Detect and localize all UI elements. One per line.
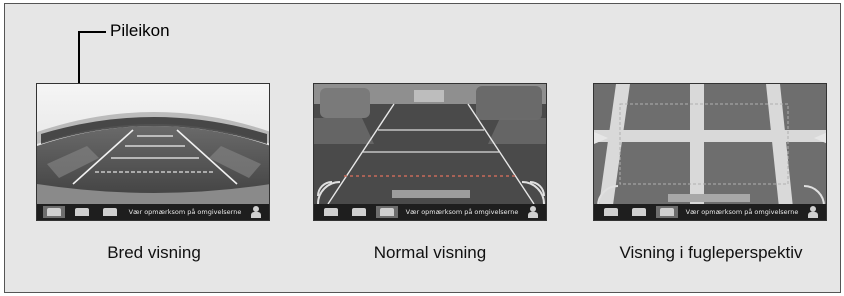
wide-view-icon[interactable] — [43, 206, 65, 218]
caption-birds-eye-view: Visning i fugleperspektiv — [619, 243, 803, 262]
top-view-icon[interactable] — [376, 206, 398, 218]
caution-message: Vær opmærksom på omgivelserne — [128, 208, 242, 216]
camera-status-bar: Vær opmærksom på omgivelserne — [37, 204, 269, 220]
pedestrian-icon — [806, 206, 820, 218]
caption-wide-view: Bred visning — [107, 243, 201, 262]
camera-view-normal: Vær opmærksom på omgivelserne — [313, 83, 547, 221]
caution-message: Vær opmærksom på omgivelserne — [405, 208, 519, 216]
pedestrian-icon — [526, 206, 540, 218]
camera-view-wide: Vær opmærksom på omgivelserne — [36, 83, 270, 221]
normal-view-icon[interactable] — [71, 206, 93, 218]
caption-normal-view: Normal visning — [373, 243, 487, 262]
normal-view-icon[interactable] — [348, 206, 370, 218]
wide-view-icon[interactable] — [600, 206, 622, 218]
callout-leader-line — [78, 31, 106, 33]
camera-view-birds-eye: Vær opmærksom på omgivelserne — [593, 83, 827, 221]
top-view-icon[interactable] — [99, 206, 121, 218]
camera-status-bar: Vær opmærksom på omgivelserne — [314, 204, 546, 220]
arrow-icon-callout-label: Pileikon — [110, 21, 170, 40]
camera-status-bar: Vær opmærksom på omgivelserne — [594, 204, 826, 220]
caution-message: Vær opmærksom på omgivelserne — [685, 208, 799, 216]
top-view-icon[interactable] — [656, 206, 678, 218]
wide-view-icon[interactable] — [320, 206, 342, 218]
normal-view-icon[interactable] — [628, 206, 650, 218]
pedestrian-icon — [249, 206, 263, 218]
